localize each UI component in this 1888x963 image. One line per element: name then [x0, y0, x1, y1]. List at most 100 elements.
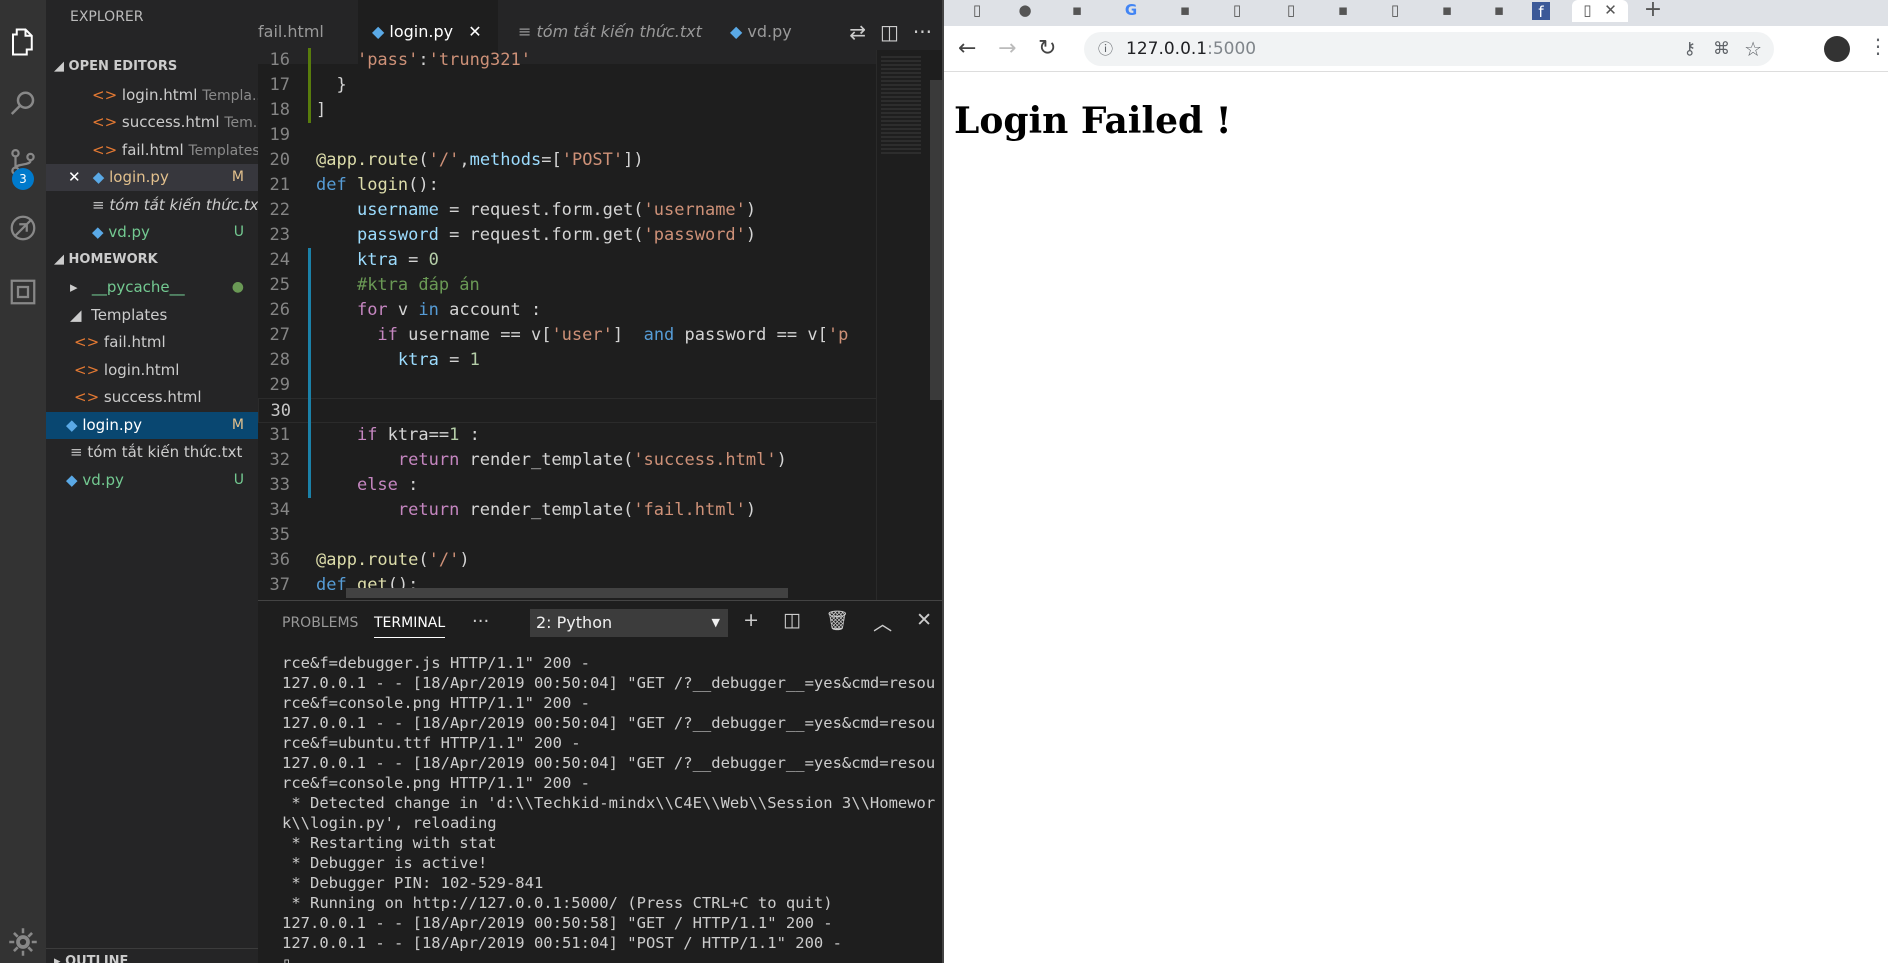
terminal-tab-icon[interactable]: ▪ — [1434, 0, 1460, 22]
code-line[interactable]: 34 return render_template('fail.html') — [258, 498, 878, 523]
code-line[interactable]: 21 def login(): — [258, 173, 878, 198]
code-line[interactable]: 16 'pass':'trung321' — [258, 48, 878, 73]
code-line[interactable]: 26 for v in account : — [258, 298, 878, 323]
git-gutter-marker — [308, 48, 311, 123]
tree-file[interactable]: ≡ tóm tắt kiến thức.txt — [46, 439, 258, 466]
code-line[interactable]: 19 — [258, 123, 878, 148]
split-terminal-icon[interactable]: ◫ — [783, 609, 801, 636]
debug-icon[interactable] — [0, 204, 46, 252]
open-editors-header[interactable]: ◢ OPEN EDITORS — [46, 54, 258, 80]
terminal-select[interactable]: 2: Python ▼ — [530, 609, 728, 637]
terminal-tab-icon[interactable]: ▪ — [1172, 0, 1198, 22]
browser-tab-strip: ▯ ● ▪ G ▪ ▯ ▯ ▪ ▯ ▪ ▪ f ▯ ✕ + — [944, 0, 1888, 26]
terminal-line: 127.0.0.1 - - [18/Apr/2019 00:50:58] "GE… — [282, 914, 833, 932]
tab-terminal[interactable]: TERMINAL — [374, 615, 446, 638]
code-line[interactable]: 35 — [258, 523, 878, 548]
terminal-tab-icon[interactable]: ▪ — [1486, 0, 1512, 22]
code-line[interactable]: 31 if ktra==1 : — [258, 423, 878, 448]
code-line[interactable]: 17 } — [258, 73, 878, 98]
google-icon[interactable]: G — [1118, 0, 1144, 22]
open-editor-item[interactable]: <> login.html Templa... — [46, 82, 258, 109]
code-text: for v in account : — [356, 300, 542, 320]
code-line[interactable]: 29 — [258, 373, 878, 398]
translate-icon[interactable]: ⌘ — [1713, 32, 1730, 66]
menu-kebab-icon[interactable]: ⋮ — [1868, 34, 1888, 58]
outline-header[interactable]: ▸ OUTLINE — [46, 948, 258, 963]
code-text: else : — [356, 475, 419, 495]
trash-icon[interactable]: 🗑 — [825, 609, 849, 636]
code-line[interactable]: 22 username = request.form.get('username… — [258, 198, 878, 223]
explorer-icon[interactable] — [0, 18, 46, 66]
split-editor-icon[interactable]: ◫ — [880, 20, 899, 44]
open-editor-item[interactable]: ◆ vd.py U — [46, 219, 258, 246]
open-editor-item-active[interactable]: ✕ ◆ login.py M — [46, 164, 258, 191]
explorer-title: EXPLORER — [70, 9, 144, 25]
python-icon: ◆ — [66, 471, 78, 489]
close-icon[interactable]: ✕ — [916, 609, 932, 636]
terminal-line: rce&f=debugger.js HTTP/1.1" 200 - — [282, 654, 590, 672]
more-actions-icon[interactable]: ··· — [913, 20, 932, 44]
avatar[interactable] — [1824, 36, 1850, 62]
key-icon[interactable]: ⚷ — [1684, 32, 1696, 66]
terminal-tab-icon[interactable]: ▪ — [1064, 0, 1090, 22]
open-editor-item[interactable]: <> success.html Tem... — [46, 109, 258, 136]
tree-folder[interactable]: ◢ Templates — [46, 302, 258, 329]
close-icon[interactable]: ✕ — [68, 164, 88, 191]
code-line[interactable]: 18] — [258, 98, 878, 123]
code-line[interactable]: 36 @app.route('/') — [258, 548, 878, 573]
terminal-tab-icon[interactable]: ▪ — [1330, 0, 1356, 22]
line-number: 19 — [269, 125, 290, 145]
code-line[interactable]: 23 password = request.form.get('password… — [258, 223, 878, 248]
star-icon[interactable]: ☆ — [1744, 32, 1762, 66]
panel-actions: + ◫ 🗑 ︿ ✕ — [743, 609, 932, 636]
tree-file[interactable]: <> fail.html — [46, 329, 258, 356]
address-bar[interactable]: ⓘ 127.0.0.1:5000 ⚷ ⌘ ☆ — [1084, 32, 1774, 66]
page-tab-icon[interactable]: ▯ — [964, 0, 990, 22]
code-line[interactable]: 28 ktra = 1 — [258, 348, 878, 373]
open-editor-item[interactable]: <> fail.html Templates — [46, 137, 258, 164]
settings-gear-icon[interactable] — [0, 918, 46, 963]
plus-icon[interactable]: + — [743, 609, 759, 636]
active-browser-tab[interactable]: ▯ ✕ — [1572, 0, 1628, 22]
code-line[interactable]: 30 — [258, 398, 878, 423]
tree-file[interactable]: <> success.html — [46, 384, 258, 411]
minimap[interactable] — [876, 50, 942, 600]
tree-folder[interactable]: ▸ __pycache__ ● — [46, 274, 258, 301]
horizontal-scrollbar[interactable] — [346, 588, 788, 598]
tree-file-selected[interactable]: ◆ login.py M — [46, 412, 258, 439]
code-line[interactable]: 20 @app.route('/',methods=['POST']) — [258, 148, 878, 173]
tree-file[interactable]: ◆ vd.py U — [46, 467, 258, 494]
facebook-icon[interactable]: f — [1532, 2, 1550, 21]
back-arrow-icon[interactable]: ← — [958, 36, 976, 61]
close-icon[interactable]: ✕ — [468, 22, 481, 41]
vertical-scrollbar[interactable] — [930, 80, 942, 400]
code-line[interactable]: 33 else : — [258, 473, 878, 498]
reload-icon[interactable]: ↻ — [1038, 36, 1056, 61]
github-icon[interactable]: ● — [1012, 0, 1038, 22]
tree-file[interactable]: <> login.html — [46, 357, 258, 384]
page-tab-icon[interactable]: ▯ — [1224, 0, 1250, 22]
workspace-header[interactable]: ◢ HOMEWORK — [46, 247, 258, 273]
close-icon[interactable]: ✕ — [1604, 1, 1617, 19]
page-tab-icon[interactable]: ▯ — [1278, 0, 1304, 22]
tab-problems[interactable]: PROBLEMS — [282, 615, 358, 631]
code-line[interactable]: 27 if username == v['user'] and password… — [258, 323, 878, 348]
extensions-icon[interactable] — [0, 268, 46, 316]
terminal-output[interactable]: rce&f=debugger.js HTTP/1.1" 200 - 127.0.0… — [282, 653, 936, 963]
line-number: 20 — [269, 150, 290, 170]
forward-arrow-icon[interactable]: → — [998, 36, 1016, 61]
html-icon: <> — [92, 86, 118, 104]
terminal-line: * Detected change in 'd:\\Techkid-mindx\… — [282, 794, 936, 812]
more-icon[interactable]: ··· — [472, 611, 489, 632]
code-line[interactable]: 25 #ktra đáp án — [258, 273, 878, 298]
bottom-panel: PROBLEMS TERMINAL ··· 2: Python ▼ + ◫ 🗑 … — [258, 600, 942, 963]
code-line[interactable]: 32 return render_template('success.html'… — [258, 448, 878, 473]
search-icon[interactable] — [0, 80, 46, 128]
new-tab-button[interactable]: + — [1640, 0, 1666, 22]
chevron-up-icon[interactable]: ︿ — [873, 609, 892, 636]
code-line[interactable]: 24 ktra = 0 — [258, 248, 878, 273]
code-text: if ktra==1 : — [356, 425, 480, 445]
open-editor-item[interactable]: ≡ tóm tắt kiến thức.txt — [46, 192, 258, 219]
page-tab-icon[interactable]: ▯ — [1382, 0, 1408, 22]
compare-changes-icon[interactable]: ⇄ — [849, 20, 866, 44]
